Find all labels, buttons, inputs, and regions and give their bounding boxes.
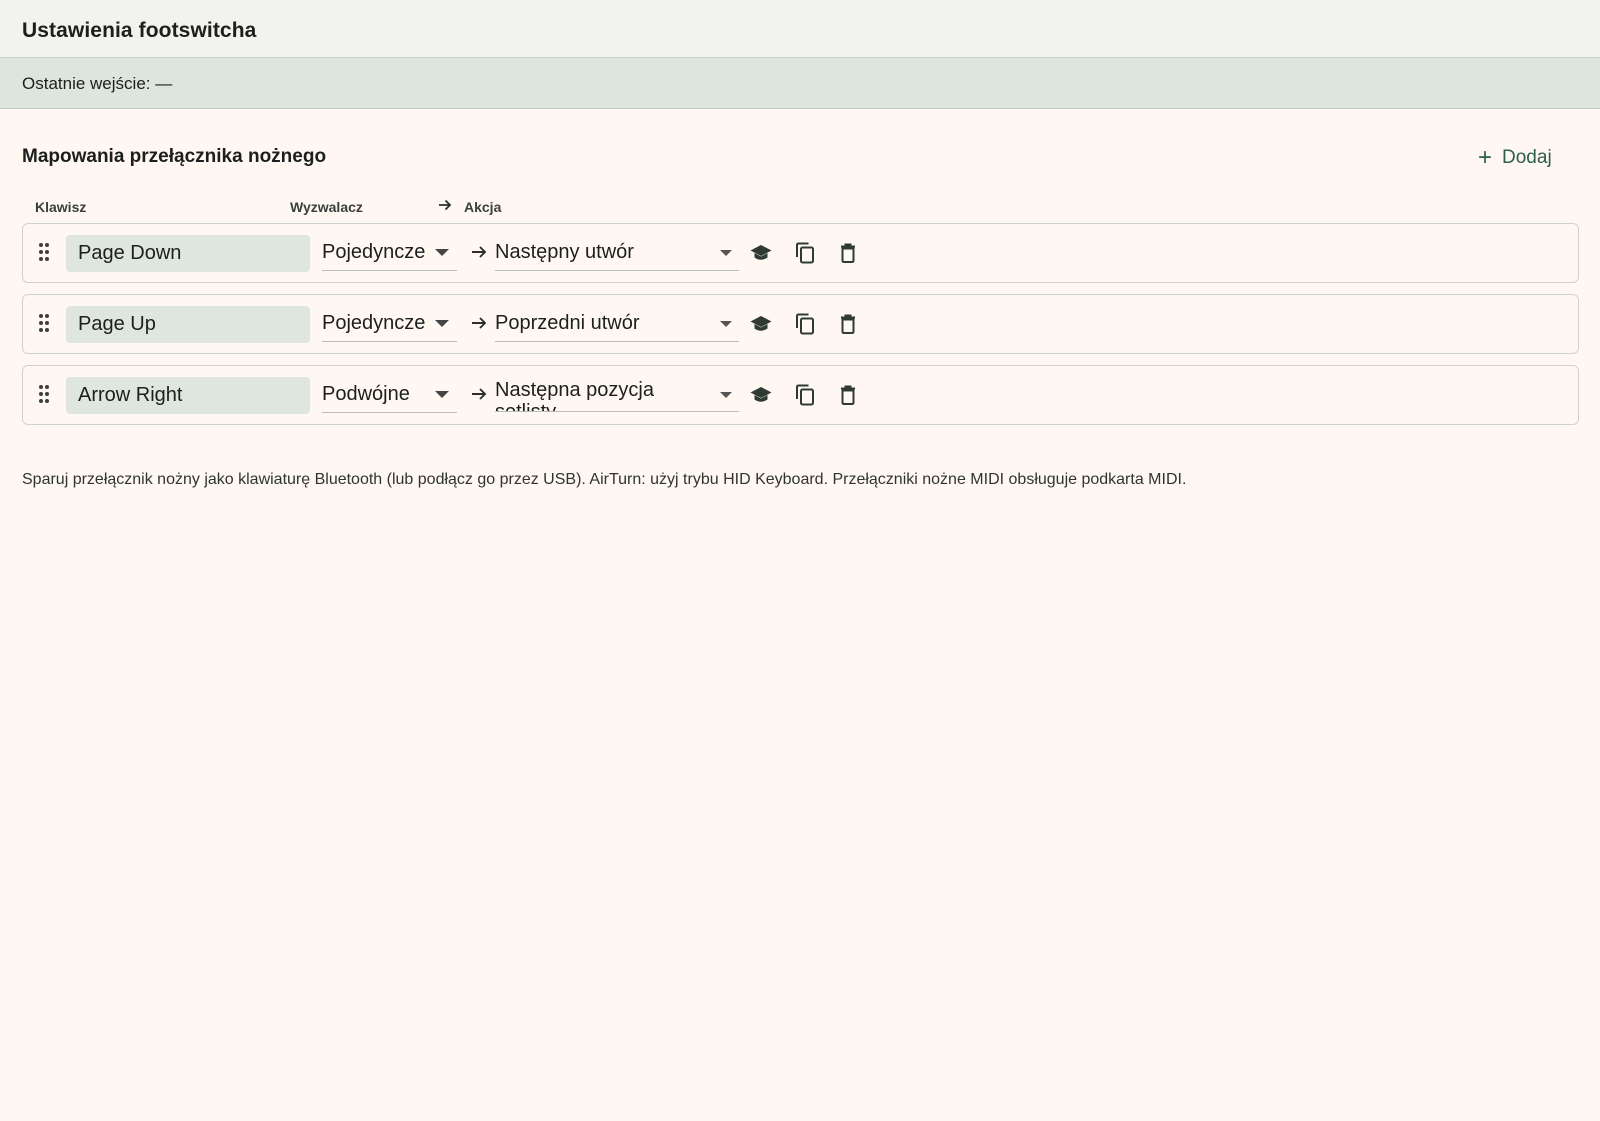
help-text: Sparuj przełącznik nożny jako klawiaturę… — [22, 471, 1187, 488]
column-header-trigger: Wyzwalacz — [290, 199, 363, 215]
title-bar: Ustawienia footswitcha — [0, 0, 1600, 58]
drag-handle-icon[interactable] — [38, 384, 50, 404]
chevron-down-icon — [435, 391, 449, 398]
trigger-select[interactable]: Pojedyncze — [322, 234, 457, 271]
trigger-select[interactable]: Podwójne — [322, 376, 457, 413]
add-mapping-label: Dodaj — [1502, 147, 1552, 168]
key-capture-field[interactable]: Page Up — [66, 306, 310, 343]
chevron-down-icon — [720, 392, 732, 398]
learn-icon[interactable] — [749, 241, 773, 265]
chevron-down-icon — [720, 250, 732, 256]
trigger-value: Podwójne — [322, 383, 410, 405]
learn-icon[interactable] — [749, 312, 773, 336]
action-select[interactable]: Następna pozycja setlisty — [495, 376, 739, 412]
chevron-down-icon — [435, 249, 449, 256]
mapping-row: Arrow Right Podwójne Następna pozycja se… — [22, 365, 1579, 425]
column-header-action: Akcja — [464, 199, 502, 215]
action-select[interactable]: Poprzedni utwór — [495, 305, 739, 342]
last-input-status: Ostatnie wejście: — — [22, 74, 173, 93]
arrow-right-icon — [472, 246, 487, 258]
copy-icon[interactable] — [793, 383, 817, 407]
delete-icon[interactable] — [836, 312, 860, 336]
chevron-down-icon — [435, 320, 449, 327]
learn-icon[interactable] — [749, 383, 773, 407]
trigger-value: Pojedyncze — [322, 241, 426, 263]
key-capture-field[interactable]: Page Down — [66, 235, 310, 272]
arrow-right-icon — [472, 388, 487, 400]
drag-handle-icon[interactable] — [38, 242, 50, 262]
status-bar: Ostatnie wejście: — — [0, 58, 1600, 109]
page-title: Ustawienia footswitcha — [22, 19, 257, 42]
trigger-select[interactable]: Pojedyncze — [322, 305, 457, 342]
copy-icon[interactable] — [793, 312, 817, 336]
footswitch-settings-page: Ustawienia footswitcha Ostatnie wejście:… — [0, 0, 1600, 1121]
plus-icon: + — [1478, 144, 1493, 171]
mapping-row: Page Up Pojedyncze Poprzedni utwór — [22, 294, 1579, 354]
key-capture-field[interactable]: Arrow Right — [66, 377, 310, 414]
delete-icon[interactable] — [836, 383, 860, 407]
add-mapping-button[interactable]: + Dodaj — [1478, 142, 1552, 174]
action-value: Następna pozycja setlisty — [495, 379, 654, 412]
arrow-right-icon — [472, 317, 487, 329]
mapping-row: Page Down Pojedyncze Następny utwór — [22, 223, 1579, 283]
arrow-right-icon — [439, 199, 452, 211]
action-value: Poprzedni utwór — [495, 312, 640, 334]
column-header-key: Klawisz — [35, 199, 87, 215]
delete-icon[interactable] — [836, 241, 860, 265]
mappings-section-title: Mapowania przełącznika nożnego — [22, 146, 327, 167]
action-value: Następny utwór — [495, 241, 634, 263]
drag-handle-icon[interactable] — [38, 313, 50, 333]
chevron-down-icon — [720, 321, 732, 327]
trigger-value: Pojedyncze — [322, 312, 426, 334]
action-select[interactable]: Następny utwór — [495, 234, 739, 271]
copy-icon[interactable] — [793, 241, 817, 265]
